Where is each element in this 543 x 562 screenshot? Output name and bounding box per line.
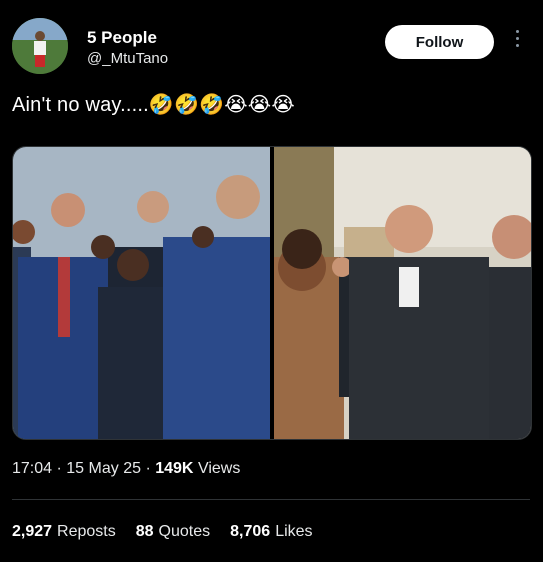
follow-button[interactable]: Follow [385, 25, 494, 59]
quotes-count: 88 [135, 523, 154, 540]
author-avatar[interactable] [12, 18, 68, 74]
likes-label: Likes [275, 523, 313, 540]
author-name[interactable]: 5 People [87, 28, 157, 48]
views-label: Views [197, 460, 241, 477]
more-options-icon[interactable] [510, 30, 524, 54]
tweet-date[interactable]: 15 May 25 [66, 460, 141, 477]
tweet-text: Ain't no way.....🤣🤣🤣😭😭😭 [12, 94, 295, 116]
tweet-media[interactable] [12, 146, 532, 440]
reposts-label: Reposts [57, 523, 116, 540]
views-count: 149K [155, 460, 194, 477]
reposts-count: 2,927 [12, 523, 53, 540]
quotes-label: Quotes [158, 523, 211, 540]
photo-left[interactable] [13, 147, 270, 439]
author-handle[interactable]: @_MtuTano [87, 50, 168, 67]
tweet-time[interactable]: 17:04 [12, 460, 52, 477]
quotes-stat[interactable]: 88 Quotes [136, 523, 210, 541]
photo-right[interactable] [274, 147, 531, 439]
reposts-stat[interactable]: 2,927 Reposts [12, 523, 116, 541]
likes-count: 8,706 [230, 523, 271, 540]
tweet-meta: 17:04 · 15 May 25 · 149K Views [12, 460, 240, 478]
likes-stat[interactable]: 8,706 Likes [230, 523, 312, 541]
meta-separator: · [145, 460, 156, 477]
divider [12, 499, 530, 500]
tweet-stats: 2,927 Reposts 88 Quotes 8,706 Likes [12, 523, 313, 541]
meta-separator: · [56, 460, 67, 477]
